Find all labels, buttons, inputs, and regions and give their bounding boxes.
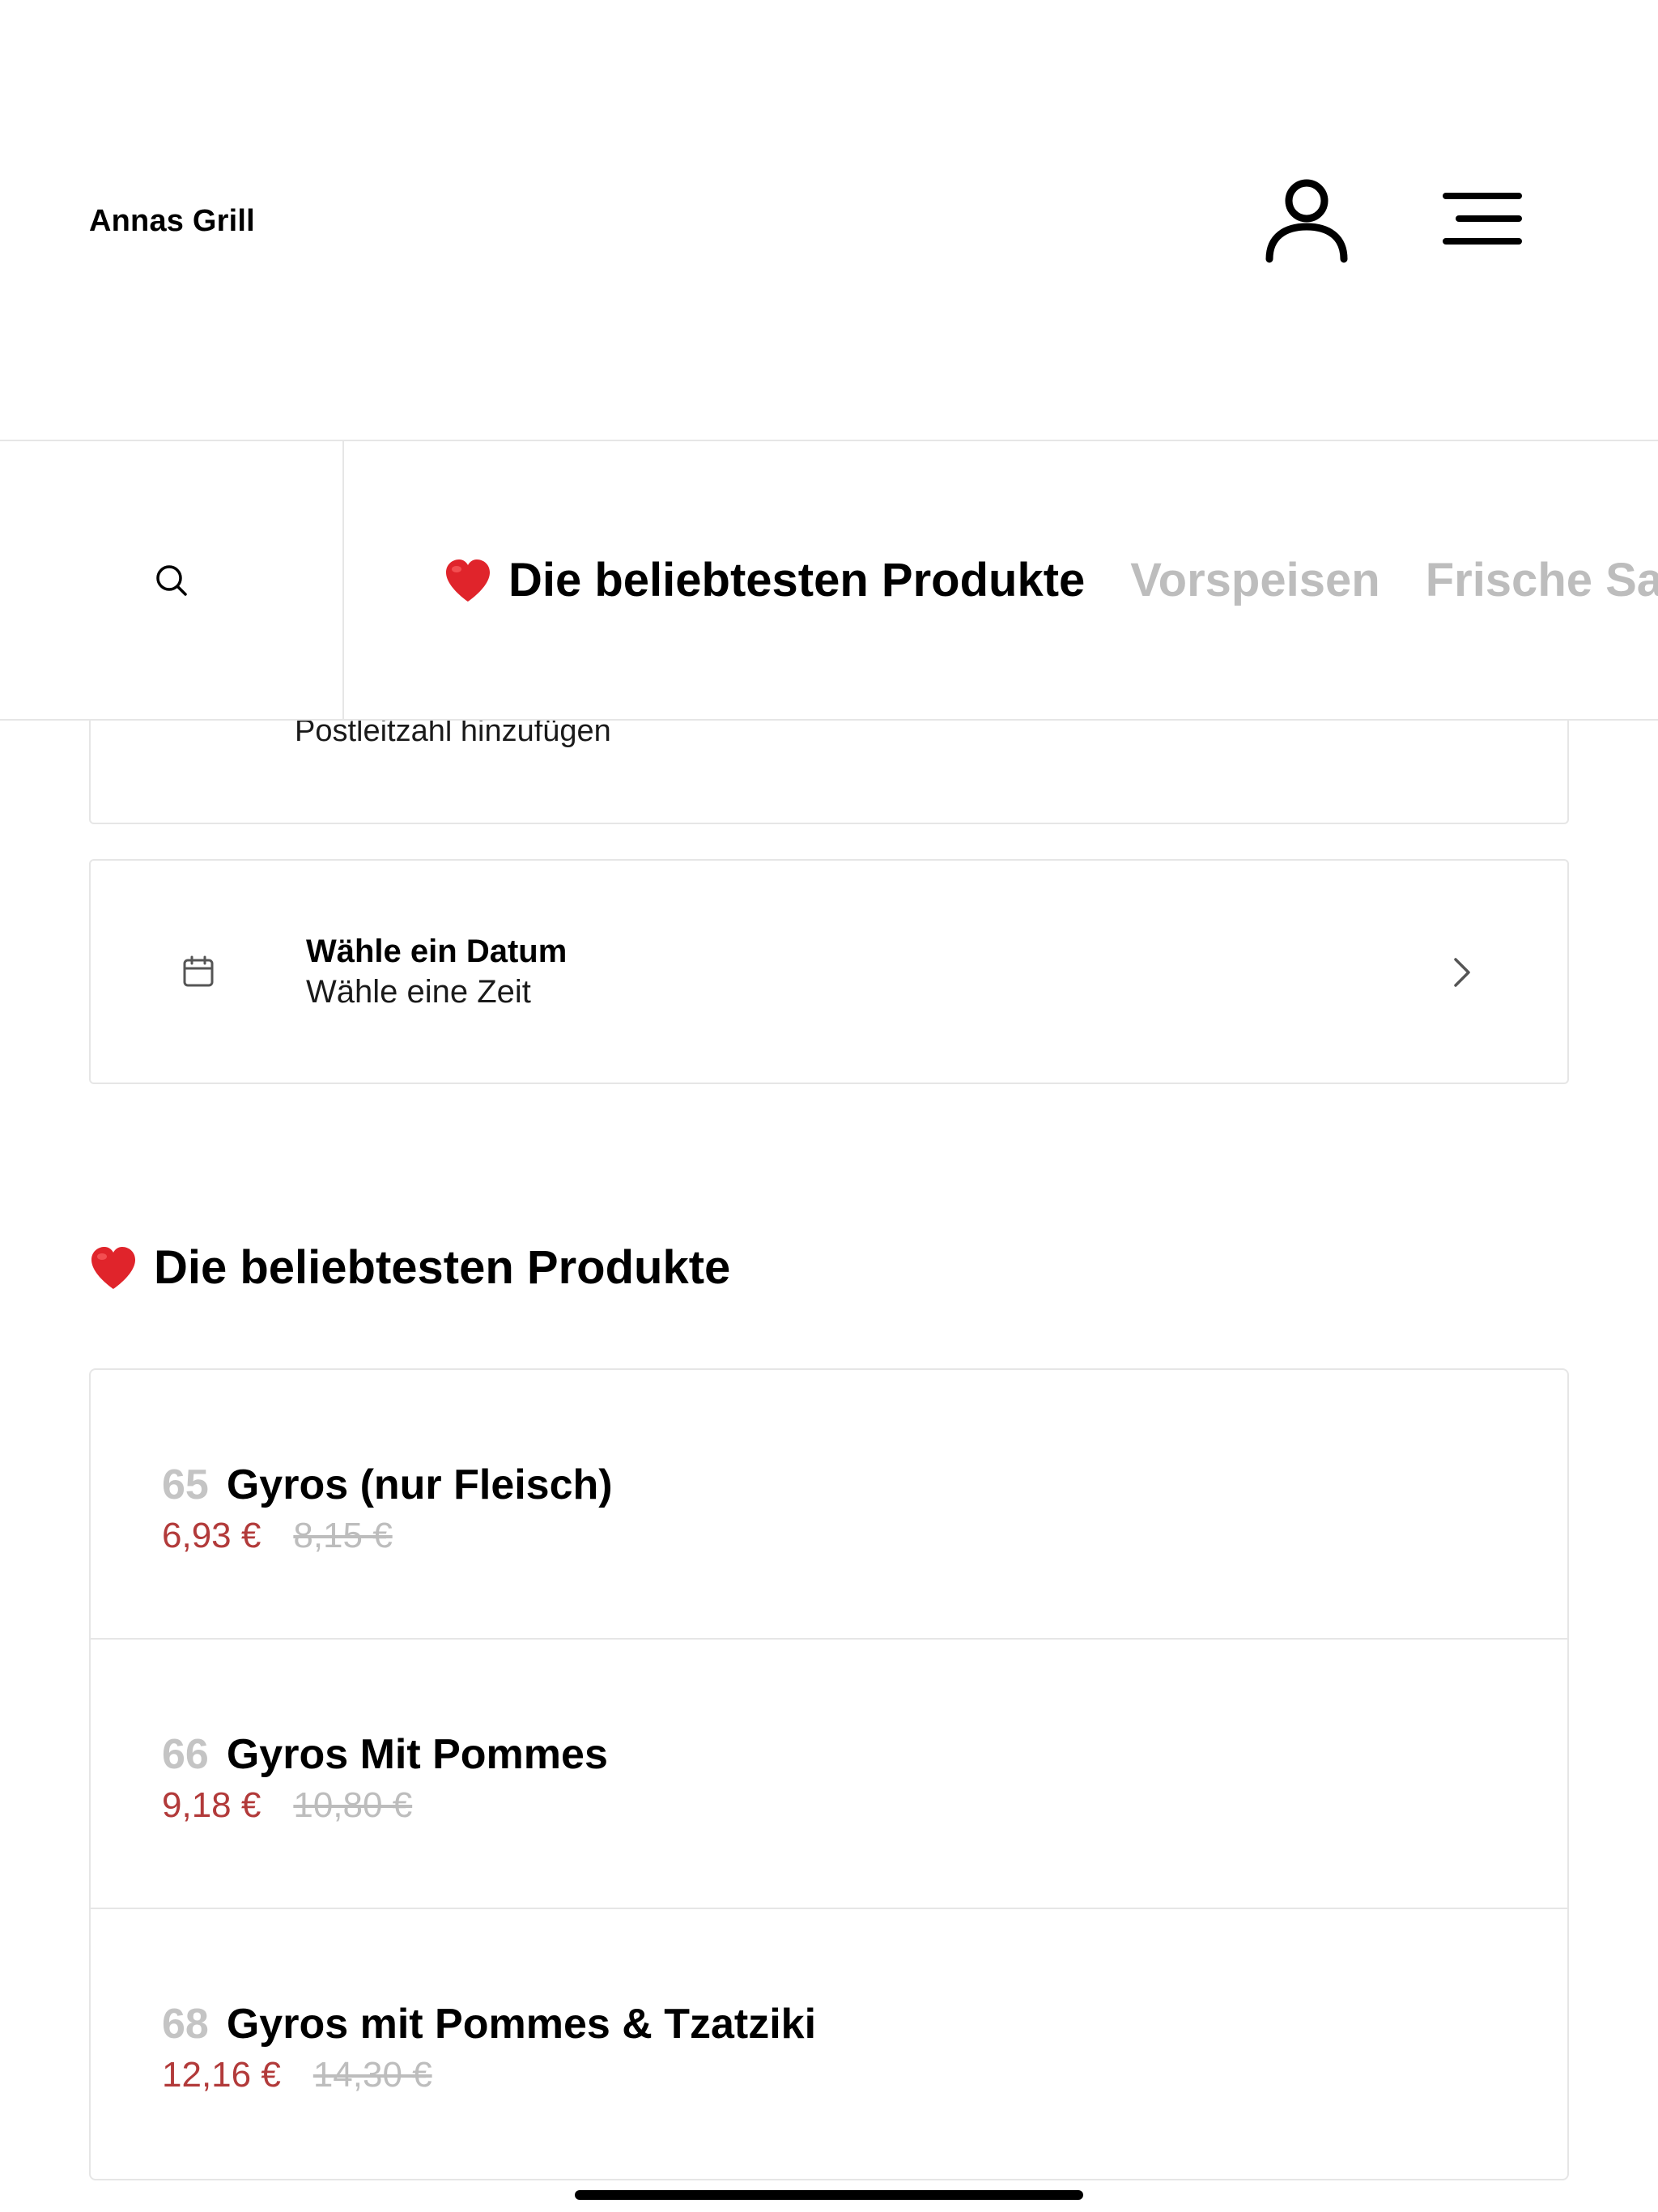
product-price: 12,16 € xyxy=(162,2055,281,2095)
chevron-right-icon xyxy=(1454,958,1470,987)
product-number: 65 xyxy=(162,1461,209,1508)
product-name: Gyros Mit Pommes xyxy=(226,1731,608,1778)
site-header: Annas Grill xyxy=(0,0,1658,441)
section-title-text: Die beliebtesten Produkte xyxy=(154,1241,731,1294)
tab-label: Die beliebtesten Produkte xyxy=(508,554,1086,606)
heart-icon xyxy=(91,1246,135,1289)
category-bar: Die beliebtesten Produkte Vorspeisen Fri… xyxy=(0,441,1658,721)
time-subtitle: Wähle eine Zeit xyxy=(306,974,531,1010)
product-old-price: 14,30 € xyxy=(312,2055,432,2095)
product-old-price: 8,15 € xyxy=(293,1516,393,1555)
tab-label: Frische Sa xyxy=(1425,554,1658,606)
product-name: Gyros mit Pommes & Tzatziki xyxy=(226,2001,817,2048)
search-icon xyxy=(155,564,187,596)
product-old-price: 10,80 € xyxy=(293,1785,413,1825)
account-button[interactable] xyxy=(1259,170,1354,266)
tab-label: Vorspeisen xyxy=(1130,554,1380,606)
product-item[interactable]: 68 Gyros mit Pommes & Tzatziki 12,16 € 1… xyxy=(91,1909,1567,2179)
category-tabs: Die beliebtesten Produkte Vorspeisen Fri… xyxy=(444,441,1658,719)
product-list: 65 Gyros (nur Fleisch) 6,93 € 8,15 € 66 … xyxy=(89,1368,1569,2180)
product-price: 6,93 € xyxy=(162,1516,261,1555)
product-name: Gyros (nur Fleisch) xyxy=(226,1461,613,1508)
user-icon xyxy=(1265,179,1348,263)
calendar-icon xyxy=(183,955,214,987)
product-item[interactable]: 66 Gyros Mit Pommes 9,18 € 10,80 € xyxy=(91,1640,1567,1909)
brand-name[interactable]: Annas Grill xyxy=(89,204,255,239)
date-title: Wähle ein Datum xyxy=(306,934,568,969)
section-title: Die beliebtesten Produkte xyxy=(89,1240,730,1295)
product-number: 66 xyxy=(162,1731,209,1778)
tab-popular-products[interactable]: Die beliebtesten Produkte xyxy=(444,553,1085,607)
hamburger-icon xyxy=(1443,193,1522,245)
menu-button[interactable] xyxy=(1435,178,1530,259)
tab-vorspeisen[interactable]: Vorspeisen xyxy=(1130,553,1380,607)
search-button[interactable] xyxy=(0,441,344,719)
tab-frische-salate[interactable]: Frische Sa xyxy=(1426,553,1658,607)
product-number: 68 xyxy=(162,2001,209,2048)
product-item[interactable]: 65 Gyros (nur Fleisch) 6,93 € 8,15 € xyxy=(91,1370,1567,1640)
home-indicator[interactable] xyxy=(575,2190,1083,2200)
heart-icon xyxy=(446,559,490,602)
date-time-card[interactable]: Wähle ein Datum Wähle eine Zeit xyxy=(89,859,1569,1084)
product-price: 9,18 € xyxy=(162,1785,261,1825)
